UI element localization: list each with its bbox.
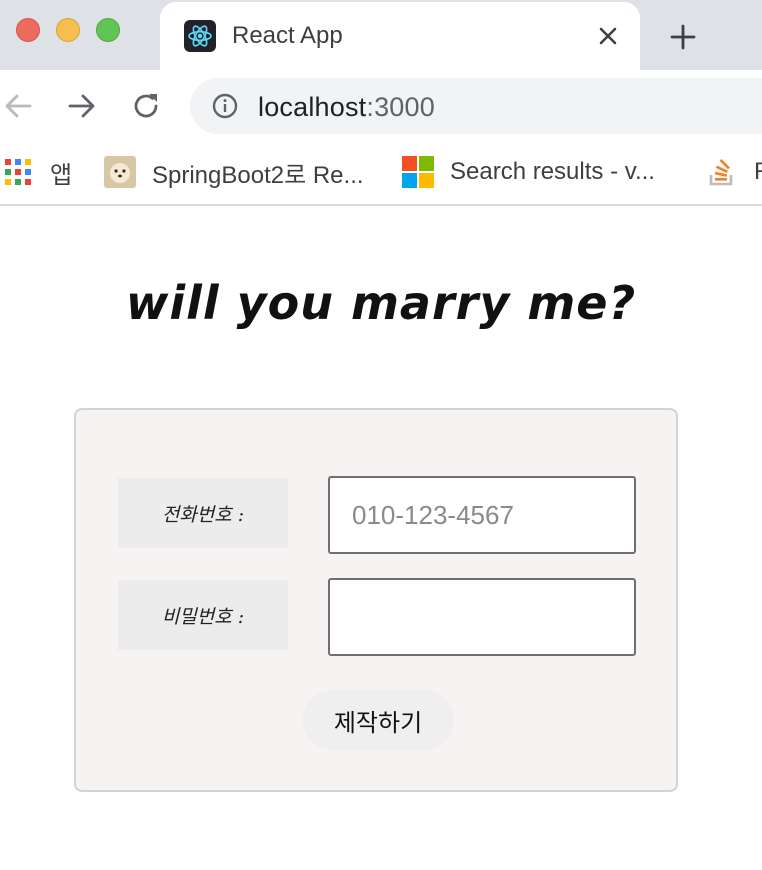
- password-label: 비밀번호 :: [118, 580, 288, 650]
- puppy-avatar-icon: [104, 156, 136, 188]
- password-input[interactable]: [328, 578, 636, 656]
- bookmark-apps[interactable]: 앱: [4, 154, 72, 190]
- microsoft-logo-icon: [402, 156, 434, 188]
- tab-react-app[interactable]: React App: [160, 2, 640, 70]
- close-window-button[interactable]: [16, 18, 40, 42]
- tab-title: React App: [232, 22, 343, 49]
- url-port: :3000: [366, 92, 435, 122]
- apps-grid-icon: [5, 159, 31, 185]
- bookmark-label: SpringBoot2로 Re...: [152, 161, 364, 189]
- bookmark-search-results[interactable]: Search results - v...: [402, 154, 655, 190]
- submit-button[interactable]: 제작하기: [302, 690, 454, 750]
- bookmark-label: Search results - v...: [450, 158, 655, 185]
- close-tab-icon[interactable]: [594, 22, 622, 50]
- minimize-window-button[interactable]: [56, 18, 80, 42]
- page-title: will you marry me?: [125, 276, 637, 330]
- url-text: localhost:3000: [258, 92, 435, 123]
- phone-label: 전화번호 :: [118, 478, 288, 548]
- tab-strip: React App: [0, 0, 762, 70]
- maximize-window-button[interactable]: [96, 18, 120, 42]
- phone-input[interactable]: [328, 476, 636, 554]
- bookmark-springboot[interactable]: SpringBoot2로 Re...: [104, 154, 364, 190]
- bookmark-label: R: [754, 158, 762, 186]
- stackoverflow-icon: [709, 159, 733, 186]
- info-icon[interactable]: [212, 93, 238, 119]
- bookmark-label: 앱: [50, 161, 73, 189]
- plus-icon[interactable]: [668, 22, 698, 52]
- url-host: localhost: [258, 92, 367, 122]
- back-arrow-icon[interactable]: [2, 90, 34, 122]
- login-form: 전화번호 : 비밀번호 : 제작하기: [74, 408, 678, 792]
- browser-toolbar: localhost:3000: [0, 70, 762, 142]
- address-bar[interactable]: localhost:3000: [190, 78, 762, 134]
- bookmark-stackoverflow[interactable]: R: [706, 154, 762, 190]
- forward-arrow-icon[interactable]: [66, 90, 98, 122]
- react-logo-icon: [184, 20, 216, 52]
- reload-icon[interactable]: [130, 90, 162, 122]
- bookmarks-bar: 앱 SpringBoot2로 Re... Search results - v.…: [0, 142, 762, 206]
